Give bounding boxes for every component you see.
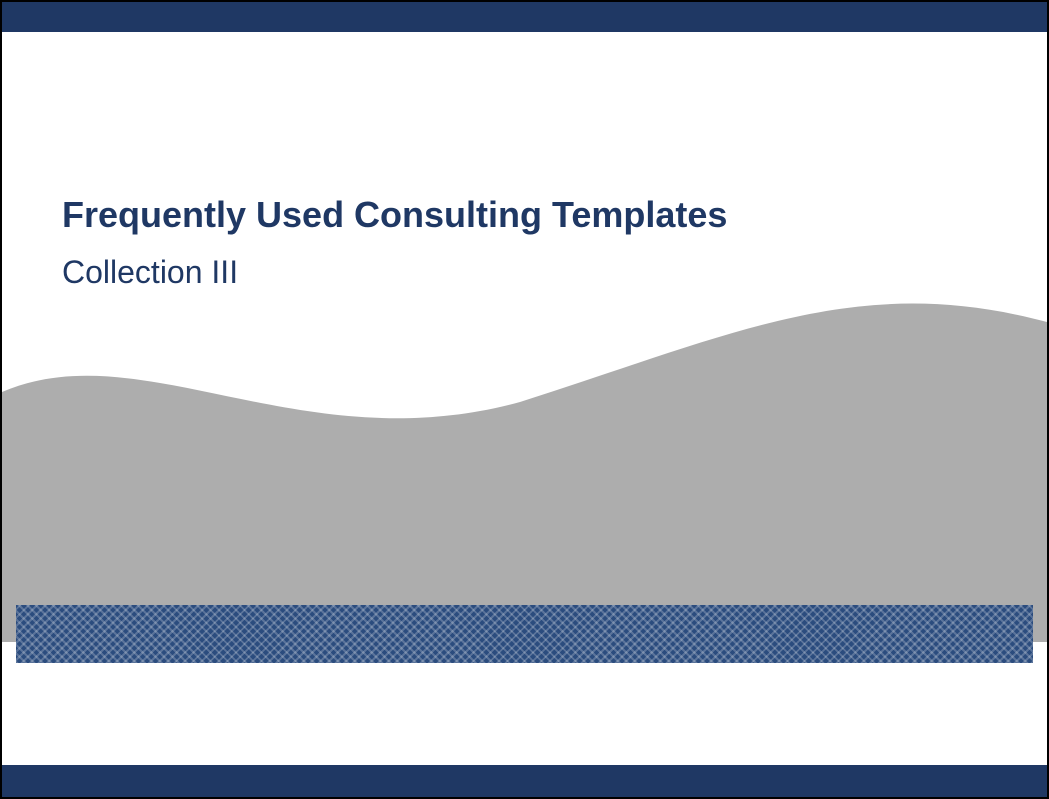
- top-accent-bar: [2, 2, 1047, 32]
- bottom-accent-bar: [2, 765, 1047, 797]
- wave-shape: [2, 282, 1047, 642]
- slide-title: Frequently Used Consulting Templates: [62, 194, 727, 236]
- slide-subtitle: Collection III: [62, 254, 238, 291]
- pattern-band: [16, 605, 1033, 663]
